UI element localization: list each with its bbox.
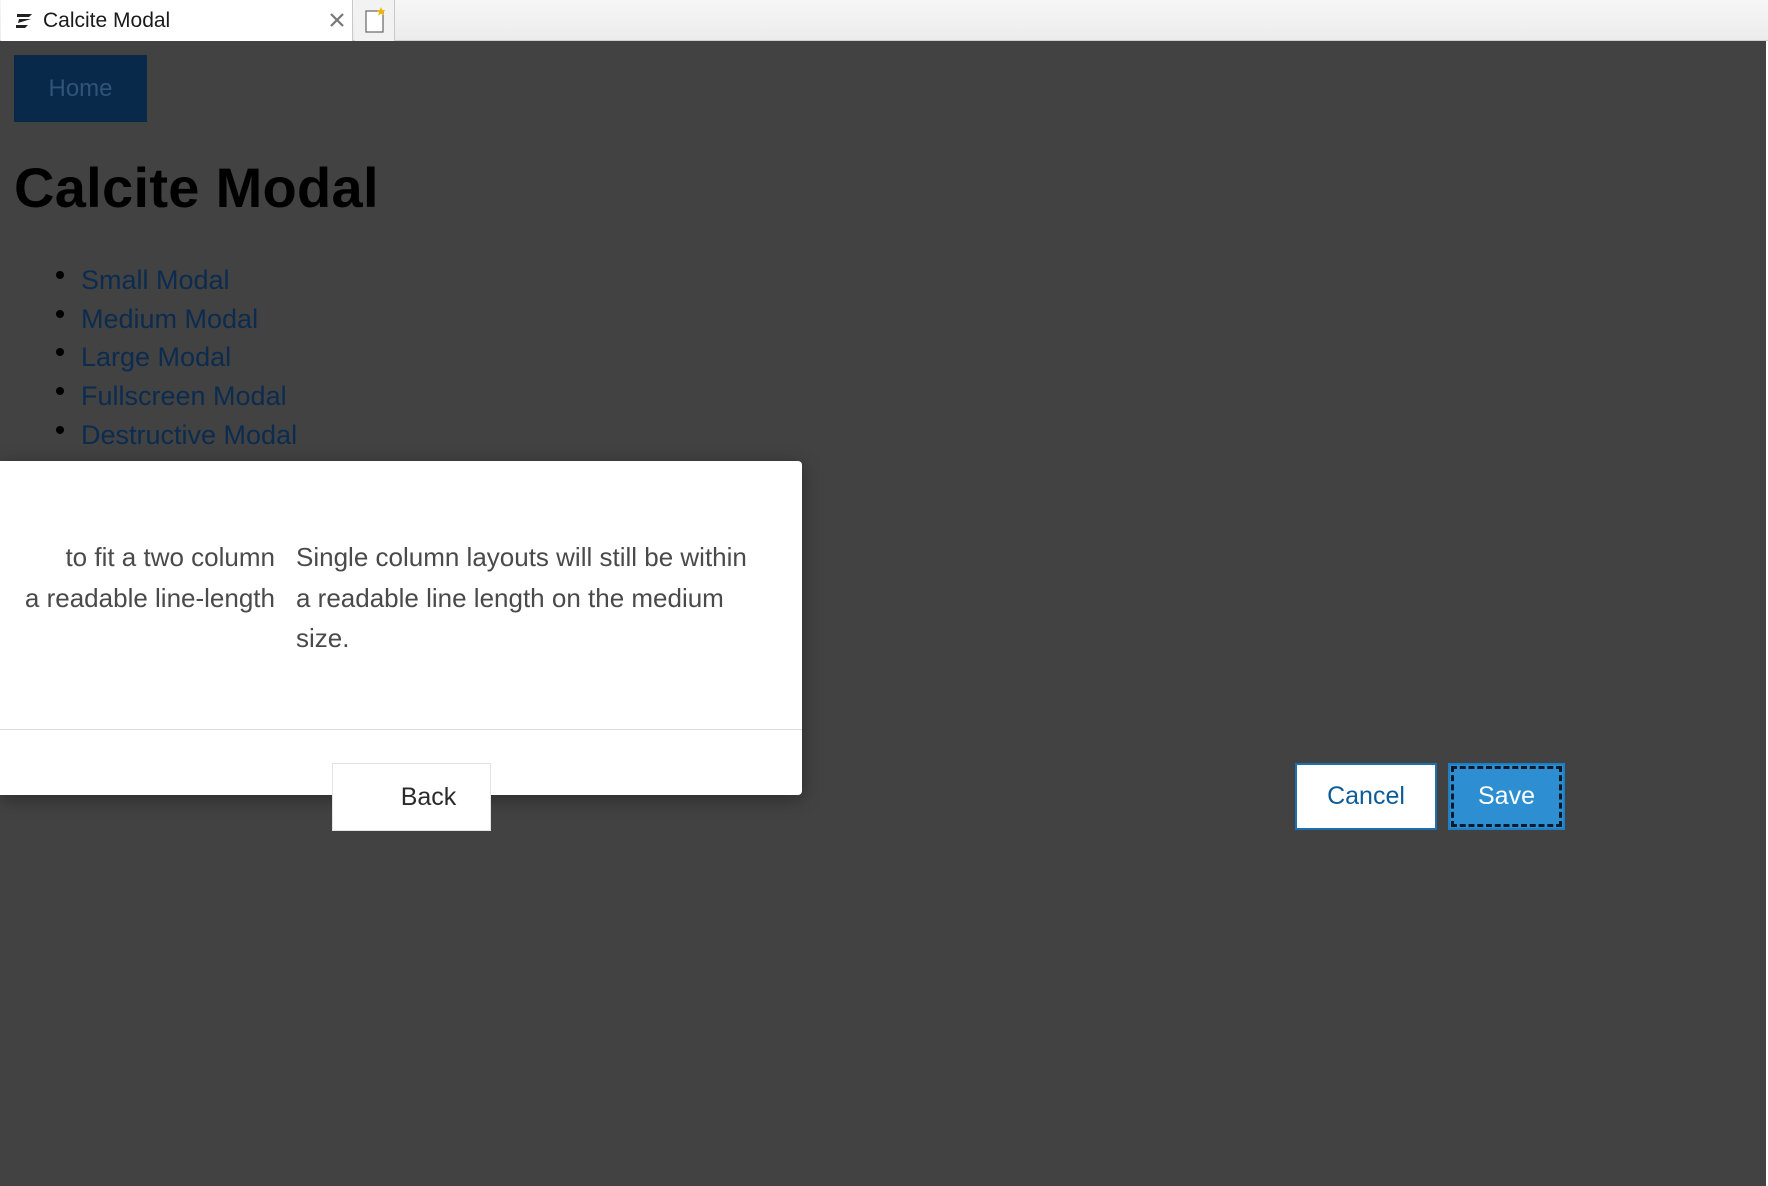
home-button[interactable]: Home bbox=[14, 55, 147, 122]
modal-link-list: Small Modal Medium Modal Large Modal Ful… bbox=[50, 261, 297, 454]
new-tab-icon bbox=[365, 7, 386, 33]
modal-left-line: a readable line-length bbox=[24, 582, 275, 613]
large-modal-link[interactable]: Large Modal bbox=[81, 342, 231, 372]
back-button[interactable]: Back bbox=[332, 763, 491, 831]
browser-tab[interactable]: Calcite Modal bbox=[1, 0, 353, 41]
fullscreen-modal-link[interactable]: Fullscreen Modal bbox=[81, 381, 287, 411]
modal-left-column: to fit a two column a readable line-leng… bbox=[0, 537, 275, 618]
list-item: Large Modal bbox=[50, 338, 297, 377]
tab-title: Calcite Modal bbox=[43, 9, 171, 32]
list-item: Small Modal bbox=[50, 261, 297, 300]
page-viewport: Home Calcite Modal Small Modal Medium Mo… bbox=[0, 41, 1768, 1186]
cancel-button[interactable]: Cancel bbox=[1295, 763, 1437, 830]
medium-modal-link[interactable]: Medium Modal bbox=[81, 304, 258, 334]
bullet bbox=[56, 309, 64, 318]
calcite-logo-icon bbox=[14, 11, 34, 29]
modal-footer-divider bbox=[0, 729, 802, 730]
small-modal-link[interactable]: Small Modal bbox=[81, 265, 230, 295]
save-button[interactable]: Save bbox=[1448, 763, 1565, 830]
modal-content: to fit a two column a readable line-leng… bbox=[0, 461, 802, 729]
bullet bbox=[56, 425, 64, 434]
list-item: Medium Modal bbox=[50, 300, 297, 339]
bullet bbox=[56, 271, 64, 279]
new-tab-button[interactable] bbox=[355, 0, 395, 41]
bullet bbox=[56, 348, 64, 357]
modal-left-line: to fit a two column bbox=[65, 542, 275, 572]
list-item: Destructive Modal bbox=[50, 416, 297, 455]
modal-right-column: Single column layouts will still be with… bbox=[296, 542, 747, 653]
bullet bbox=[56, 387, 64, 396]
list-item: Fullscreen Modal bbox=[50, 377, 297, 416]
modal-dialog: to fit a two column a readable line-leng… bbox=[0, 461, 802, 795]
destructive-modal-link[interactable]: Destructive Modal bbox=[81, 420, 297, 450]
browser-tabstrip: Calcite Modal bbox=[0, 0, 1768, 41]
close-icon[interactable] bbox=[327, 10, 347, 30]
page-title: Calcite Modal bbox=[14, 156, 379, 219]
